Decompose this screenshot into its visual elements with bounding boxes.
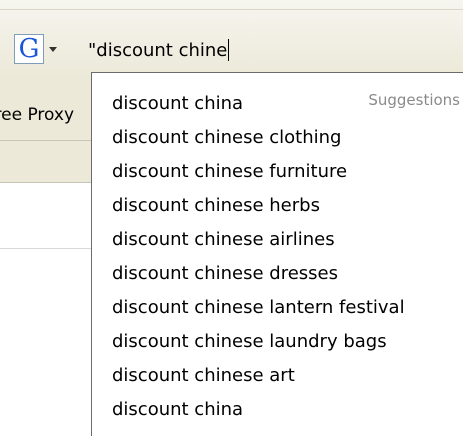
background-toolbar	[0, 78, 92, 183]
suggestion-item[interactable]: discount chinese laundry bags	[92, 325, 463, 359]
suggestion-item[interactable]: discount china	[92, 393, 463, 427]
autocomplete-dropdown: Suggestions discount china discount chine…	[91, 72, 463, 436]
text-caret	[228, 39, 230, 61]
suggestion-list: discount china discount chinese clothing d…	[92, 87, 463, 427]
suggestion-item[interactable]: discount chinese furniture	[92, 155, 463, 189]
browser-window: G "discount chine Free Proxy Suggestions…	[0, 0, 463, 436]
google-g-icon: G	[14, 34, 44, 64]
background-divider	[0, 140, 92, 141]
bookmark-free-proxy[interactable]: Free Proxy	[0, 105, 92, 125]
suggestion-item[interactable]: discount chinese airlines	[92, 223, 463, 257]
search-engine-selector[interactable]: G	[14, 32, 80, 66]
suggestion-item[interactable]: discount chinese herbs	[92, 189, 463, 223]
suggestion-item[interactable]: discount chinese dresses	[92, 257, 463, 291]
search-query-text: "discount chine	[88, 39, 228, 61]
suggestion-item[interactable]: discount chinese art	[92, 359, 463, 393]
toolbar-divider	[0, 9, 463, 10]
suggestion-item[interactable]: discount chinese clothing	[92, 121, 463, 155]
background-rule	[0, 248, 92, 249]
suggestion-item[interactable]: discount china	[92, 87, 463, 121]
chevron-down-icon[interactable]	[49, 46, 57, 52]
suggestion-item[interactable]: discount chinese lantern festival	[92, 291, 463, 325]
search-input[interactable]: "discount chine	[84, 34, 463, 66]
